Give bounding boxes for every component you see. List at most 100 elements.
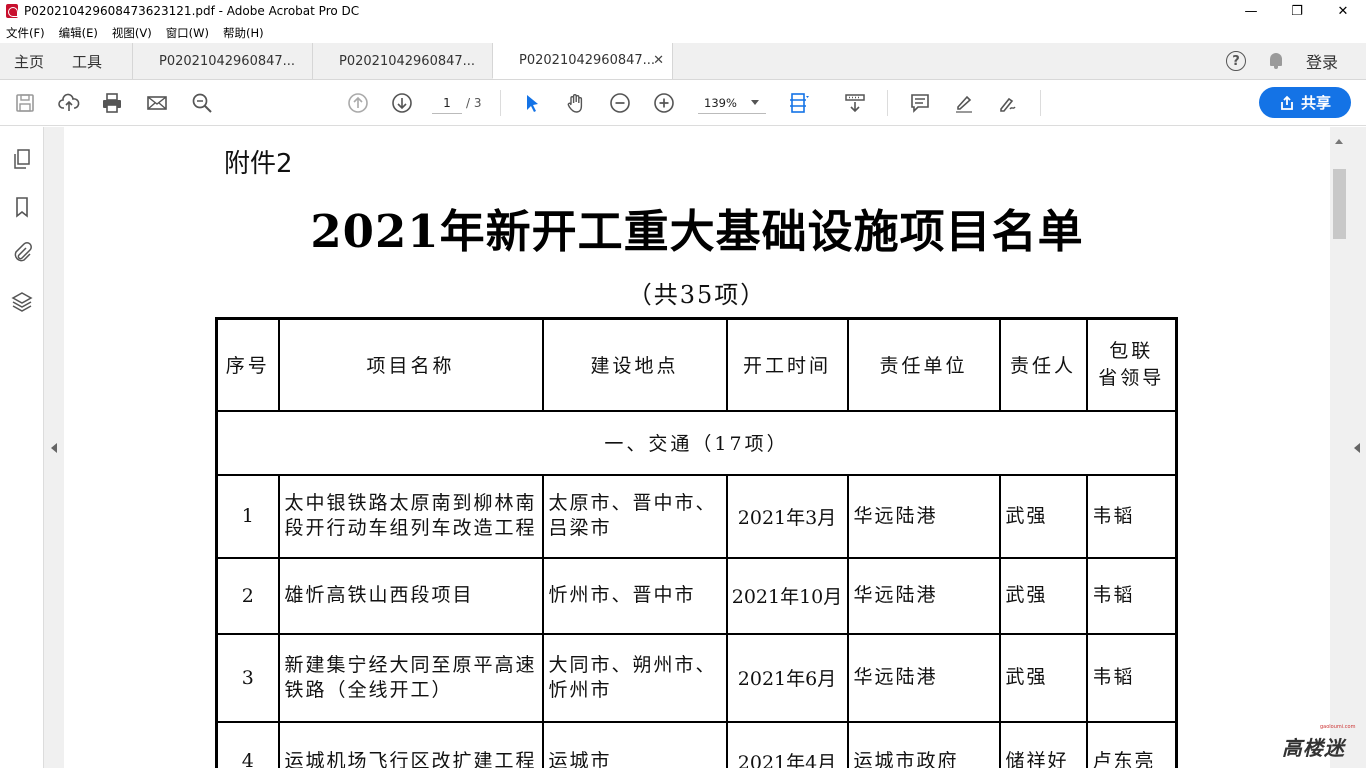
expand-left-panel-icon[interactable] — [51, 443, 57, 453]
responsible-person: 武强 — [998, 632, 1088, 723]
zoom-dropdown-caret-icon[interactable] — [751, 100, 759, 105]
right-panel-collapse[interactable] — [1348, 127, 1366, 768]
table-row: 2 雄忻高铁山西段项目 忻州市、晋中市 2021年10月 华远陆港 武强 韦韬 — [215, 556, 1178, 635]
header-cell: 责任人 — [998, 317, 1088, 412]
toolbar: 1 / 3 139% — [0, 80, 1366, 126]
left-panel-collapse[interactable] — [44, 127, 64, 768]
title-bar: P020210429608473623121.pdf - Adobe Acrob… — [0, 0, 1366, 22]
share-label: 共享 — [1300, 94, 1331, 112]
document-tab-2[interactable]: P02021042960847... — [312, 43, 493, 79]
document-subtitle: （共35项） — [627, 281, 767, 309]
menu-window[interactable]: 窗口(W) — [166, 25, 209, 41]
table-row: 1 太中银铁路太原南到柳林南段开行动车组列车改造工程 太原市、晋中市、吕梁市 2… — [215, 473, 1178, 559]
responsible-unit: 华远陆港 — [846, 473, 1001, 559]
layers-icon[interactable] — [11, 290, 33, 312]
window-title: P020210429608473623121.pdf - Adobe Acrob… — [24, 4, 360, 18]
header-cell: 责任单位 — [846, 317, 1001, 412]
close-tab-icon[interactable]: ✕ — [653, 53, 664, 68]
left-navigation-panel — [0, 127, 44, 768]
menu-help[interactable]: 帮助(H) — [223, 25, 264, 41]
pdf-page: 附件2 2021年新开工重大基础设施项目名单 （共35项） 序号 项目名称 建设… — [64, 127, 1330, 768]
start-date: 2021年10月 — [725, 556, 849, 635]
email-icon[interactable] — [145, 92, 169, 114]
row-number: 1 — [215, 473, 280, 559]
menu-edit[interactable]: 编辑(E) — [59, 25, 98, 41]
provincial-leader: 韦韬 — [1085, 556, 1178, 635]
share-button[interactable]: 共享 — [1259, 87, 1351, 118]
responsible-person: 武强 — [998, 473, 1088, 559]
hand-tool-icon[interactable] — [564, 92, 588, 114]
provincial-leader: 韦韬 — [1085, 473, 1178, 559]
document-tab-label: P02021042960847... — [519, 53, 656, 68]
start-date: 2021年4月 — [725, 720, 849, 768]
notifications-bell-icon[interactable] — [1268, 52, 1284, 70]
tab-divider — [672, 43, 674, 79]
responsible-unit: 运城市政府 — [846, 720, 1001, 768]
toolbar-divider — [500, 90, 501, 116]
window-controls: — ❐ ✕ — [1228, 0, 1366, 22]
highlight-pen-icon[interactable] — [952, 92, 976, 114]
start-date: 2021年3月 — [725, 473, 849, 559]
toolbar-divider — [887, 90, 888, 116]
project-location: 忻州市、晋中市 — [541, 556, 728, 635]
table-row: 4 运城机场飞行区改扩建工程 运城市 2021年4月 运城市政府 储祥好 卢东亮 — [215, 720, 1178, 768]
sign-icon[interactable] — [996, 92, 1020, 114]
page-thumbnails-icon[interactable] — [11, 148, 33, 170]
project-name: 雄忻高铁山西段项目 — [277, 556, 544, 635]
menu-bar: 文件(F) 编辑(E) 视图(V) 窗口(W) 帮助(H) — [0, 22, 1366, 43]
document-tab-1[interactable]: P02021042960847... — [132, 43, 313, 79]
previous-page-icon[interactable] — [346, 92, 370, 114]
save-icon[interactable] — [13, 92, 37, 114]
scrollbar-thumb[interactable] — [1333, 169, 1346, 239]
bookmarks-icon[interactable] — [11, 196, 33, 218]
document-tab-3-active[interactable]: P02021042960847... ✕ — [492, 43, 673, 79]
project-location: 大同市、朔州市、忻州市 — [541, 632, 728, 723]
project-location: 太原市、晋中市、吕梁市 — [541, 473, 728, 559]
attachment-label: 附件2 — [224, 149, 293, 179]
zoom-in-icon[interactable] — [652, 92, 676, 114]
print-icon[interactable] — [100, 92, 124, 114]
help-icon[interactable]: ? — [1225, 51, 1246, 71]
header-cell: 建设地点 — [541, 317, 728, 412]
watermark-url: gaoloumi.com — [1320, 724, 1356, 730]
section-row: 一、交通（17项） — [215, 409, 1178, 476]
project-name: 运城机场飞行区改扩建工程 — [277, 720, 544, 768]
page-number-input[interactable]: 1 — [432, 94, 462, 114]
minimize-button[interactable]: — — [1228, 0, 1274, 22]
document-title: 2021年新开工重大基础设施项目名单 — [310, 205, 1084, 258]
close-window-button[interactable]: ✕ — [1320, 0, 1366, 22]
header-cell: 包联 省领导 — [1085, 317, 1178, 412]
attachments-paperclip-icon[interactable] — [11, 241, 33, 263]
zoom-out-icon[interactable] — [608, 92, 632, 114]
section-heading: 一、交通（17项） — [215, 409, 1178, 476]
menu-view[interactable]: 视图(V) — [112, 25, 152, 41]
project-table: 序号 项目名称 建设地点 开工时间 责任单位 责任人 包联 省领导 一、交通（1… — [215, 317, 1178, 768]
watermark-text: 高楼迷 — [1282, 736, 1345, 760]
row-number: 3 — [215, 632, 280, 723]
tab-bar: 主页 工具 P02021042960847... P02021042960847… — [0, 43, 1366, 80]
scroll-mode-icon[interactable] — [843, 92, 867, 114]
upload-cloud-icon[interactable] — [57, 92, 81, 114]
row-number: 4 — [215, 720, 280, 768]
page-fit-icon[interactable] — [787, 92, 811, 114]
restore-button[interactable]: ❐ — [1274, 0, 1320, 22]
project-name: 太中银铁路太原南到柳林南段开行动车组列车改造工程 — [277, 473, 544, 559]
comment-icon[interactable] — [908, 92, 932, 114]
table-header-row: 序号 项目名称 建设地点 开工时间 责任单位 责任人 包联 省领导 — [215, 317, 1178, 412]
vertical-scrollbar[interactable] — [1330, 127, 1348, 768]
start-date: 2021年6月 — [725, 632, 849, 723]
header-cell: 项目名称 — [277, 317, 544, 412]
table-row: 3 新建集宁经大同至原平高速铁路（全线开工） 大同市、朔州市、忻州市 2021年… — [215, 632, 1178, 723]
project-location: 运城市 — [541, 720, 728, 768]
tab-home[interactable]: 主页 — [0, 43, 58, 79]
document-tab-label: P02021042960847... — [339, 53, 476, 69]
zoom-search-icon[interactable] — [190, 92, 214, 114]
scroll-up-arrow-icon[interactable] — [1335, 139, 1343, 144]
acrobat-pdf-icon — [6, 4, 18, 18]
sign-in-button[interactable]: 登录 — [1306, 49, 1338, 73]
expand-right-panel-icon[interactable] — [1354, 443, 1360, 453]
select-cursor-icon[interactable] — [520, 92, 544, 114]
next-page-icon[interactable] — [390, 92, 414, 114]
tab-tools[interactable]: 工具 — [58, 43, 132, 79]
menu-file[interactable]: 文件(F) — [6, 25, 45, 41]
